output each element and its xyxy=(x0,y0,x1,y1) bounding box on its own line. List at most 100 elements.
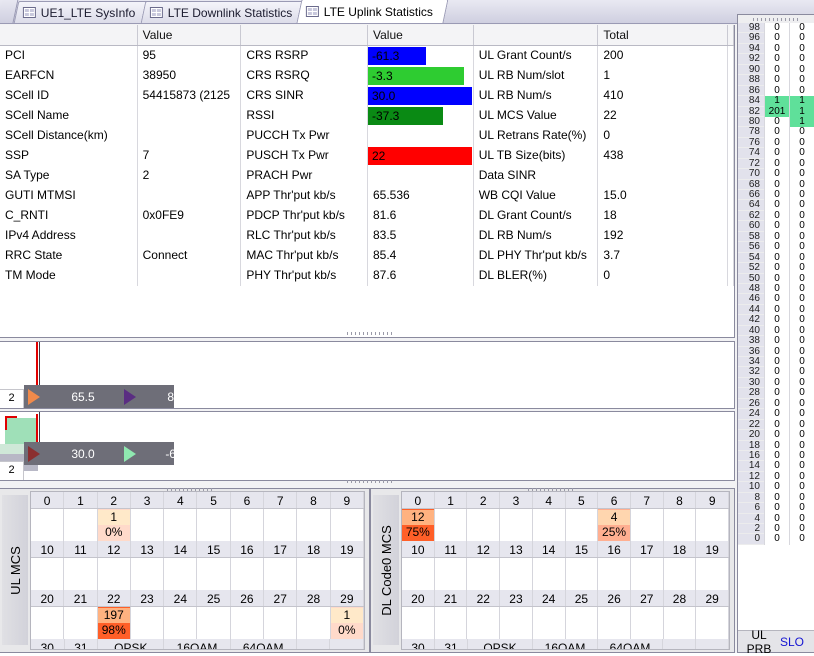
table-row[interactable]: TM Mode PHY Thr'put kb/s 87.6 DL BLER(%) 0 xyxy=(0,266,735,286)
ul-mcs-value-cell[interactable] xyxy=(31,607,65,639)
dl-mcs-value-cell[interactable] xyxy=(435,607,468,639)
table-row[interactable]: EARFCN 38950 CRS RSRQ -3.3 UL RB Num/slot 1 xyxy=(0,66,734,86)
chart2-legend[interactable]: 30.0 -61.3 xyxy=(24,442,193,465)
legend-item[interactable]: 65.5 xyxy=(24,385,120,408)
dl-mcs-value-cell[interactable] xyxy=(566,607,599,639)
ul-mcs-value-cell[interactable] xyxy=(231,509,265,541)
ul-mcs-resize-grip[interactable] xyxy=(150,486,230,492)
ul-mcs-value-cell[interactable] xyxy=(164,558,198,590)
legend-item[interactable]: -61.3 xyxy=(120,442,216,465)
ul-mcs-value-cell[interactable] xyxy=(131,607,165,639)
ul-mcs-value-cell[interactable] xyxy=(264,509,298,541)
prb-row[interactable]: 600 xyxy=(738,502,814,514)
dl-mcs-value-cell[interactable] xyxy=(664,509,697,541)
grid-header-col-3[interactable] xyxy=(241,25,368,45)
ul-mcs-value-cell[interactable] xyxy=(197,509,231,541)
ul-mcs-value-cell[interactable] xyxy=(297,509,331,541)
dl-mcs-value-cell[interactable] xyxy=(435,558,468,590)
ul-mcs-value-cell[interactable]: 1 0% xyxy=(97,509,131,541)
ul-mcs-value-cell[interactable] xyxy=(131,558,165,590)
legend-item[interactable]: 30.0 xyxy=(24,442,120,465)
chart2-resize-grip[interactable] xyxy=(330,478,410,484)
dl-mcs-value-cell[interactable] xyxy=(467,509,501,541)
dl-mcs-value-cell[interactable] xyxy=(631,607,664,639)
prb-row[interactable]: 000 xyxy=(738,534,814,545)
dl-mcs-value-cell[interactable] xyxy=(467,607,501,639)
dl-mcs-value-cell[interactable] xyxy=(598,607,631,639)
ul-mcs-value-cell[interactable] xyxy=(231,558,265,590)
ul-mcs-value-cell[interactable] xyxy=(64,509,98,541)
prb-row[interactable]: 70 0 0 xyxy=(738,168,814,180)
dl-mcs-resize-grip[interactable] xyxy=(511,486,591,492)
dl-mcs-value-cell[interactable] xyxy=(631,558,664,590)
table-row[interactable]: SCell ID 54415873 (2125 CRS SINR 30.0 UL RB … xyxy=(0,86,734,106)
dl-mcs-value-cell[interactable] xyxy=(664,558,697,590)
dl-mcs-value-cell[interactable]: 4 25% xyxy=(598,509,631,541)
dl-mcs-grid[interactable]: 0 1 2 3 4 5 6 7 8 9 12 75% 4 25% 10 11 12 13 14 15 16 17 18 19 2… xyxy=(401,491,730,650)
tab-lte-uplink-statistics[interactable]: LTE Uplink Statistics xyxy=(296,0,449,23)
table-row[interactable]: IPv4 Address RLC Thr'put kb/s 83.5 DL RB Nu… xyxy=(0,226,735,246)
ul-mcs-grid[interactable]: 0 1 2 3 4 5 6 7 8 9 1 0% 10 11 12 13 14 15 16 17 18 19 20 21 22 2… xyxy=(30,491,365,650)
grid-resize-grip[interactable] xyxy=(330,330,410,336)
ul-mcs-value-cell[interactable] xyxy=(264,607,298,639)
ul-mcs-value-cell[interactable] xyxy=(297,558,331,590)
dl-mcs-value-row[interactable] xyxy=(402,558,729,590)
grid-header-col-6-total[interactable]: Total xyxy=(598,25,729,45)
ul-mcs-value-cell[interactable] xyxy=(31,509,65,541)
ul-mcs-value-cell[interactable] xyxy=(197,607,231,639)
ul-mcs-value-cell[interactable] xyxy=(98,558,131,590)
ul-mcs-value-row[interactable] xyxy=(31,558,364,590)
dl-mcs-value-cell[interactable] xyxy=(566,558,599,590)
grid-header-col-4-value[interactable]: Value xyxy=(368,25,474,45)
prb-row[interactable]: 38 0 0 xyxy=(738,335,814,347)
table-row[interactable]: RRC State Connect MAC Thr'put kb/s 85.4 DL P… xyxy=(0,246,735,266)
ul-mcs-value-cell[interactable] xyxy=(64,607,98,639)
ul-mcs-value-cell[interactable]: 197 98% xyxy=(97,607,131,639)
dl-mcs-value-cell[interactable] xyxy=(664,607,697,639)
dl-mcs-value-cell[interactable] xyxy=(500,607,533,639)
tab-lte-downlink-statistics[interactable]: LTE Downlink Statistics xyxy=(140,1,308,23)
table-row[interactable]: SCell Distance(km) PUCCH Tx Pwr UL Retrans… xyxy=(0,126,735,146)
ul-mcs-value-cell[interactable] xyxy=(264,558,298,590)
ul-mcs-value-cell[interactable] xyxy=(131,509,165,541)
dl-mcs-value-cell[interactable] xyxy=(533,607,566,639)
dl-mcs-value-cell[interactable] xyxy=(696,607,729,639)
dl-mcs-value-cell[interactable] xyxy=(500,509,533,541)
table-row[interactable]: SA Type 2 PRACH Pwr Data SINR xyxy=(0,166,735,186)
ul-mcs-value-cell[interactable] xyxy=(331,558,364,590)
table-row[interactable]: PCI 95 CRS RSRP -61.3 UL Grant Count/s 200 xyxy=(0,46,734,66)
ul-mcs-value-cell[interactable] xyxy=(64,558,98,590)
table-row[interactable]: GUTI MTMSI APP Thr'put kb/s 65.536 WB CQI V… xyxy=(0,186,735,206)
sidebar-resize-grip[interactable] xyxy=(738,15,814,23)
legend-item[interactable]: 87.6 xyxy=(120,385,216,408)
table-row[interactable]: C_RNTI 0x0FE9 PDCP Thr'put kb/s 81.6 DL Gran… xyxy=(0,206,735,226)
dl-mcs-value-cell[interactable] xyxy=(467,558,501,590)
dl-mcs-value-cell[interactable] xyxy=(533,558,566,590)
prb-row[interactable]: 52 0 0 xyxy=(738,262,814,274)
dl-mcs-value-row[interactable]: 12 75% 4 25% xyxy=(402,509,729,541)
ul-mcs-value-cell[interactable] xyxy=(31,558,65,590)
dl-mcs-value-cell[interactable] xyxy=(402,558,435,590)
dl-mcs-value-cell[interactable] xyxy=(402,607,435,639)
ul-mcs-value-cell[interactable] xyxy=(164,509,198,541)
dl-mcs-value-cell[interactable] xyxy=(696,509,729,541)
dl-mcs-value-cell[interactable] xyxy=(533,509,566,541)
ul-mcs-value-row[interactable]: 197 98% 1 0% xyxy=(31,607,364,639)
dl-mcs-value-cell[interactable] xyxy=(500,558,533,590)
ul-mcs-value-cell[interactable] xyxy=(164,607,198,639)
grid-header-col-2-value[interactable]: Value xyxy=(138,25,242,45)
dl-mcs-value-cell[interactable] xyxy=(696,558,729,590)
grid-header-col-5[interactable] xyxy=(474,25,599,45)
table-row[interactable]: SCell Name RSSI -37.3 UL MCS Value 22 xyxy=(0,106,734,126)
tab-ue1-lte-sysinfo[interactable]: UE1_LTE SysInfo xyxy=(13,1,151,23)
ul-mcs-value-cell[interactable] xyxy=(297,607,331,639)
ul-mcs-value-cell[interactable]: 1 0% xyxy=(330,607,364,639)
grid-header-col-1[interactable] xyxy=(0,25,138,45)
dl-mcs-value-cell[interactable] xyxy=(566,509,599,541)
prb-row[interactable]: 84 1 1 xyxy=(738,95,814,107)
prb-sidebar-rows[interactable]: 98 0 0 96 0 0 94 0 0 92 0 0 90 0 0 88 0 0 86 0 0 84 1 1 82 201 1 80… xyxy=(738,23,814,630)
grid-header-col-7[interactable] xyxy=(728,25,735,45)
dl-mcs-value-cell[interactable] xyxy=(435,509,468,541)
prb-row[interactable]: 20 0 0 xyxy=(738,429,814,441)
dl-mcs-value-row[interactable] xyxy=(402,607,729,639)
